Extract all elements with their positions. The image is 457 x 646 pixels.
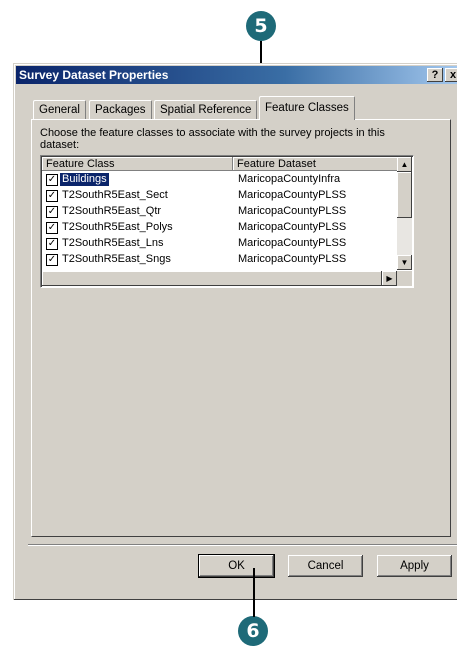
tab-general[interactable]: General	[33, 100, 86, 120]
checkbox[interactable]: ✓	[46, 238, 58, 250]
scroll-right-icon[interactable]: ▶	[382, 271, 397, 286]
feature-class-name: T2SouthR5East_Polys	[62, 221, 173, 233]
feature-class-name: T2SouthR5East_Sect	[62, 189, 168, 201]
title-bar: Survey Dataset Properties ? x	[16, 66, 457, 84]
checkbox[interactable]: ✓	[46, 190, 58, 202]
checkbox[interactable]: ✓	[46, 206, 58, 218]
prompt-text: Choose the feature classes to associate …	[40, 127, 385, 151]
feature-dataset-name: MaricopaCountyPLSS	[238, 253, 347, 265]
feature-class-name: Buildings	[60, 173, 109, 186]
ok-button[interactable]: OK	[198, 554, 275, 578]
feature-class-list[interactable]: Feature Class Feature Dataset ✓ Building…	[40, 155, 414, 288]
feature-class-name: T2SouthR5East_Lns	[62, 237, 164, 249]
feature-classes-panel: Choose the feature classes to associate …	[31, 119, 451, 537]
list-item[interactable]: ✓ T2SouthR5East_Sngs MaricopaCountyPLSS	[42, 252, 394, 268]
horizontal-scrollbar[interactable]: ▶	[42, 271, 397, 286]
column-header-feature-class[interactable]: Feature Class	[42, 157, 233, 171]
list-item[interactable]: ✓ T2SouthR5East_Polys MaricopaCountyPLSS	[42, 220, 394, 236]
callout-6-leader	[253, 568, 255, 617]
feature-dataset-name: MaricopaCountyPLSS	[238, 205, 347, 217]
feature-dataset-name: MaricopaCountyPLSS	[238, 189, 347, 201]
vertical-scroll-thumb[interactable]	[397, 172, 412, 218]
feature-dataset-name: MaricopaCountyPLSS	[238, 221, 347, 233]
feature-class-name: T2SouthR5East_Sngs	[62, 253, 171, 265]
list-item[interactable]: ✓ Buildings MaricopaCountyInfra	[42, 172, 394, 188]
callout-5: 5	[246, 11, 276, 41]
scroll-down-icon[interactable]: ▼	[397, 255, 412, 270]
tab-feature-classes[interactable]: Feature Classes	[259, 96, 355, 120]
tab-spatial-reference[interactable]: Spatial Reference	[154, 100, 258, 120]
scrollbar-corner	[397, 271, 412, 286]
vertical-scrollbar[interactable]: ▲ ▼	[397, 157, 412, 270]
list-item[interactable]: ✓ T2SouthR5East_Sect MaricopaCountyPLSS	[42, 188, 394, 204]
close-button[interactable]: x	[445, 68, 457, 82]
apply-button[interactable]: Apply	[377, 555, 452, 577]
feature-class-name: T2SouthR5East_Qtr	[62, 205, 162, 217]
help-button[interactable]: ?	[427, 68, 443, 82]
checkbox[interactable]: ✓	[46, 222, 58, 234]
scroll-up-icon[interactable]: ▲	[397, 157, 412, 172]
checkbox[interactable]: ✓	[46, 254, 58, 266]
cancel-button[interactable]: Cancel	[288, 555, 363, 577]
checkbox[interactable]: ✓	[46, 174, 58, 186]
window-title: Survey Dataset Properties	[19, 68, 169, 82]
horizontal-scroll-thumb[interactable]	[42, 271, 382, 286]
list-item[interactable]: ✓ T2SouthR5East_Lns MaricopaCountyPLSS	[42, 236, 394, 252]
feature-dataset-name: MaricopaCountyInfra	[238, 173, 341, 185]
list-item[interactable]: ✓ T2SouthR5East_Qtr MaricopaCountyPLSS	[42, 204, 394, 220]
column-header-feature-dataset[interactable]: Feature Dataset	[233, 157, 399, 171]
divider	[28, 544, 457, 546]
callout-6: 6	[238, 616, 268, 646]
survey-dataset-properties-dialog: Survey Dataset Properties ? x General Pa…	[13, 63, 457, 600]
feature-dataset-name: MaricopaCountyPLSS	[238, 237, 347, 249]
tab-packages[interactable]: Packages	[89, 100, 152, 120]
